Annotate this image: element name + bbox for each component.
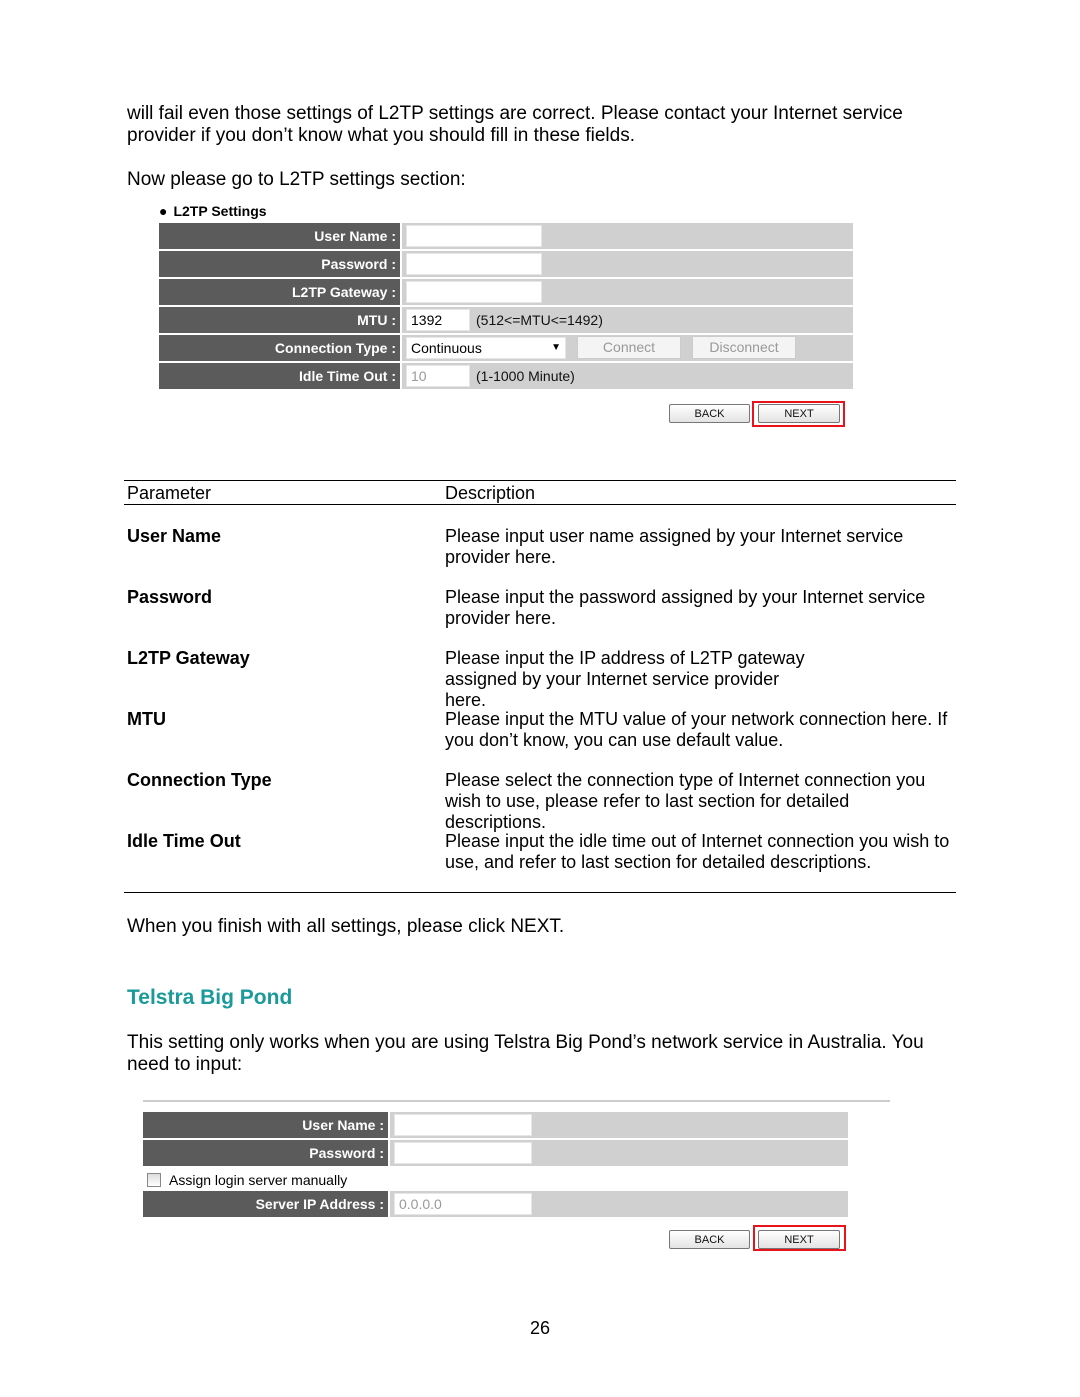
panel-top-rule (143, 1100, 890, 1102)
param-user-name: User Name (127, 526, 222, 546)
bp-user-name-input[interactable] (394, 1114, 532, 1136)
connection-type-value: Continuous (411, 340, 482, 356)
assign-login-server-option[interactable]: Assign login server manually (147, 1172, 347, 1188)
idle-time-out-input[interactable]: 10 (406, 365, 470, 387)
idle-time-out-label: Idle Time Out : (159, 363, 402, 389)
password-label: Password : (159, 251, 402, 277)
desc-idle-time-out: Please input the idle time out of Intern… (445, 831, 950, 872)
param-mtu: MTU (127, 709, 166, 729)
assign-login-server-checkbox[interactable] (147, 1173, 161, 1187)
desc-mtu: Please input the MTU value of your netwo… (445, 709, 948, 750)
server-ip-input[interactable]: 0.0.0.0 (394, 1193, 532, 1215)
disconnect-button[interactable]: Disconnect (692, 336, 796, 359)
connect-button[interactable]: Connect (577, 336, 681, 359)
section-heading: Telstra Big Pond (127, 986, 293, 1009)
row-password: Password : (159, 251, 853, 277)
server-ip-label: Server IP Address : (143, 1191, 390, 1217)
connection-type-label: Connection Type : (159, 335, 402, 361)
panel-title: L2TP Settings (173, 203, 267, 219)
bp-next-button[interactable]: NEXT (758, 1230, 840, 1249)
idle-time-out-hint: (1-1000 Minute) (476, 368, 575, 384)
mtu-input[interactable]: 1392 (406, 309, 470, 331)
desc-password: Please input the password assigned by yo… (445, 587, 926, 628)
desc-user-name: Please input user name assigned by your … (445, 526, 904, 567)
bp-user-name-label: User Name : (143, 1112, 390, 1138)
row-password: Password : (143, 1140, 848, 1166)
row-user-name: User Name : (159, 223, 853, 249)
bigpond-panel: User Name : Password : Assign login serv… (143, 1100, 893, 1260)
user-name-input[interactable] (406, 225, 542, 247)
back-button[interactable]: BACK (669, 404, 750, 423)
dropdown-arrow-icon: ▼ (551, 342, 561, 353)
intro-paragraph: will fail even those settings of L2TP se… (127, 103, 903, 146)
row-connection-type: Connection Type : Continuous ▼ Connect D… (159, 335, 853, 361)
manual-page: will fail even those settings of L2TP se… (0, 0, 1080, 1397)
l2tp-gateway-label: L2TP Gateway : (159, 279, 402, 305)
table-bottom-rule (124, 892, 956, 893)
param-l2tp-gateway: L2TP Gateway (127, 648, 250, 668)
row-idle-time-out: Idle Time Out : 10 (1-1000 Minute) (159, 363, 853, 389)
bp-password-label: Password : (143, 1140, 390, 1166)
l2tp-settings-title: ● L2TP Settings (159, 203, 267, 219)
bp-back-button[interactable]: BACK (669, 1230, 750, 1249)
row-server-ip: Server IP Address : 0.0.0.0 (143, 1191, 848, 1217)
row-user-name: User Name : (143, 1112, 848, 1138)
goto-paragraph: Now please go to L2TP settings section: (127, 169, 466, 190)
mtu-hint: (512<=MTU<=1492) (476, 312, 603, 328)
bp-password-input[interactable] (394, 1142, 532, 1164)
table-top-rule (124, 480, 956, 481)
table-header-rule (124, 504, 956, 505)
row-mtu: MTU : 1392 (512<=MTU<=1492) (159, 307, 853, 333)
finish-paragraph: When you finish with all settings, pleas… (127, 916, 565, 937)
next-button[interactable]: NEXT (758, 404, 840, 423)
param-password: Password (127, 587, 213, 607)
l2tp-settings-panel: ● L2TP Settings User Name : Password : L2… (159, 203, 853, 433)
bigpond-paragraph: This setting only works when you are usi… (127, 1032, 924, 1075)
password-input[interactable] (406, 253, 542, 275)
page-number: 26 (529, 1318, 551, 1338)
desc-l2tp-gateway: Please input the IP address of L2TP gate… (445, 648, 805, 710)
mtu-label: MTU : (159, 307, 402, 333)
desc-connection-type: Please select the connection type of Int… (445, 770, 926, 832)
l2tp-gateway-input[interactable] (406, 281, 542, 303)
header-parameter: Parameter (127, 483, 212, 503)
row-l2tp-gateway: L2TP Gateway : (159, 279, 853, 305)
user-name-label: User Name : (159, 223, 402, 249)
checkbox-label: Assign login server manually (169, 1172, 348, 1188)
param-idle-time-out: Idle Time Out (127, 831, 241, 851)
header-description: Description (445, 483, 536, 503)
param-connection-type: Connection Type (127, 770, 272, 790)
connection-type-select[interactable]: Continuous ▼ (406, 337, 566, 359)
bullet-icon: ● (159, 203, 168, 219)
